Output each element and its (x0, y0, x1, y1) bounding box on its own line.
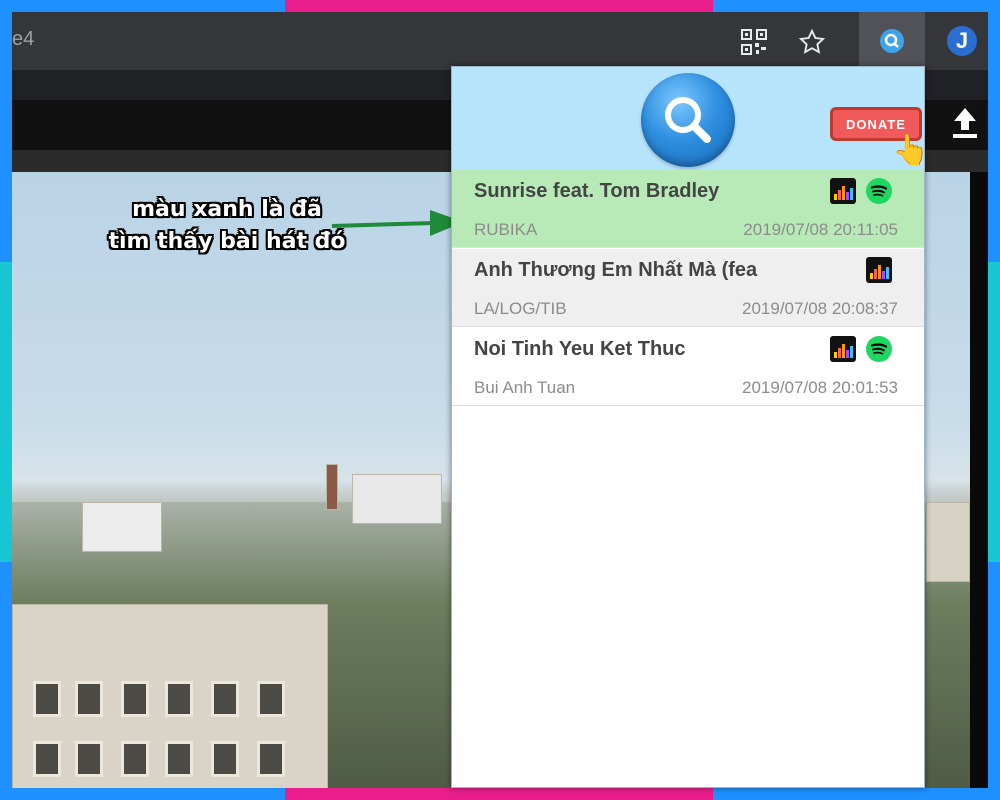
spotify-icon[interactable] (866, 178, 892, 204)
building-window (121, 741, 149, 777)
scene-building (926, 502, 970, 582)
scene-building (82, 502, 162, 552)
building-window (211, 681, 239, 717)
building-window (75, 681, 103, 717)
building-window (165, 741, 193, 777)
song-timestamp: 2019/07/08 20:08:37 (742, 299, 898, 318)
building-window (75, 741, 103, 777)
song-timestamp: 2019/07/08 20:01:53 (742, 378, 898, 397)
frame-segment (988, 562, 1000, 800)
building-window (257, 741, 285, 777)
deezer-icon[interactable] (830, 178, 856, 204)
bookmark-star-icon[interactable] (792, 22, 832, 62)
building-window (33, 741, 61, 777)
annotation-line: tìm thấy bài hát đó (108, 229, 346, 254)
frame-segment (713, 788, 1000, 800)
building-window (165, 681, 193, 717)
frame-segment (0, 262, 12, 562)
popup-header: DONATE 👆 (452, 67, 929, 170)
address-bar-text[interactable]: e4 (12, 28, 34, 51)
song-title: Anh Thương Em Nhất Mà (fea (474, 259, 758, 281)
frame-segment (0, 0, 12, 262)
frame-segment (0, 788, 285, 800)
foreground-building (12, 604, 328, 788)
annotation-line: màu xanh là đã (132, 197, 322, 222)
magnifier-logo-icon (641, 73, 735, 167)
song-title: Noi Tinh Yeu Ket Thuc (474, 338, 686, 360)
frame-segment (988, 0, 1000, 262)
deezer-icon[interactable] (866, 257, 892, 283)
frame-segment (285, 788, 713, 800)
scene-tower (326, 464, 338, 510)
j-extension-icon[interactable]: J (947, 26, 977, 56)
video-edge (970, 172, 988, 788)
song-row-found[interactable]: Sunrise feat. Tom Bradley RUBIKA 2019/07… (452, 170, 924, 248)
song-row-not-found[interactable]: Anh Thương Em Nhất Mà (fea LA/LOG/TIB 20… (452, 249, 924, 327)
song-search-extension-button[interactable] (859, 12, 925, 70)
frame-segment (0, 562, 12, 800)
song-artist: RUBIKA (474, 220, 538, 239)
song-artist: LA/LOG/TIB (474, 299, 567, 318)
scene-building (352, 474, 442, 524)
building-window (33, 681, 61, 717)
frame-segment (713, 0, 1000, 12)
frame-segment (988, 262, 1000, 562)
upload-icon[interactable] (950, 106, 980, 142)
song-row[interactable]: Noi Tinh Yeu Ket Thuc Bui Anh Tuan 2019/… (452, 328, 924, 406)
pointing-hand-icon: 👆 (892, 134, 930, 167)
building-window (257, 681, 285, 717)
frame-segment (285, 0, 713, 12)
annotation-arrow-icon (331, 210, 464, 236)
deezer-icon[interactable] (830, 336, 856, 362)
frame-segment (0, 0, 285, 12)
qr-code-icon[interactable] (734, 22, 774, 62)
building-window (211, 741, 239, 777)
song-search-extension-icon (880, 29, 904, 53)
spotify-icon[interactable] (866, 336, 892, 362)
building-window (121, 681, 149, 717)
song-artist: Bui Anh Tuan (474, 378, 576, 397)
annotation-text: màu xanh là đã tìm thấy bài hát đó (82, 194, 372, 258)
song-timestamp: 2019/07/08 20:11:05 (743, 220, 898, 239)
browser-toolbar: e4 J (12, 12, 988, 70)
song-title: Sunrise feat. Tom Bradley (474, 180, 720, 202)
song-finder-popup: DONATE 👆 Sunrise feat. Tom Bradley RUBIK… (451, 66, 929, 788)
